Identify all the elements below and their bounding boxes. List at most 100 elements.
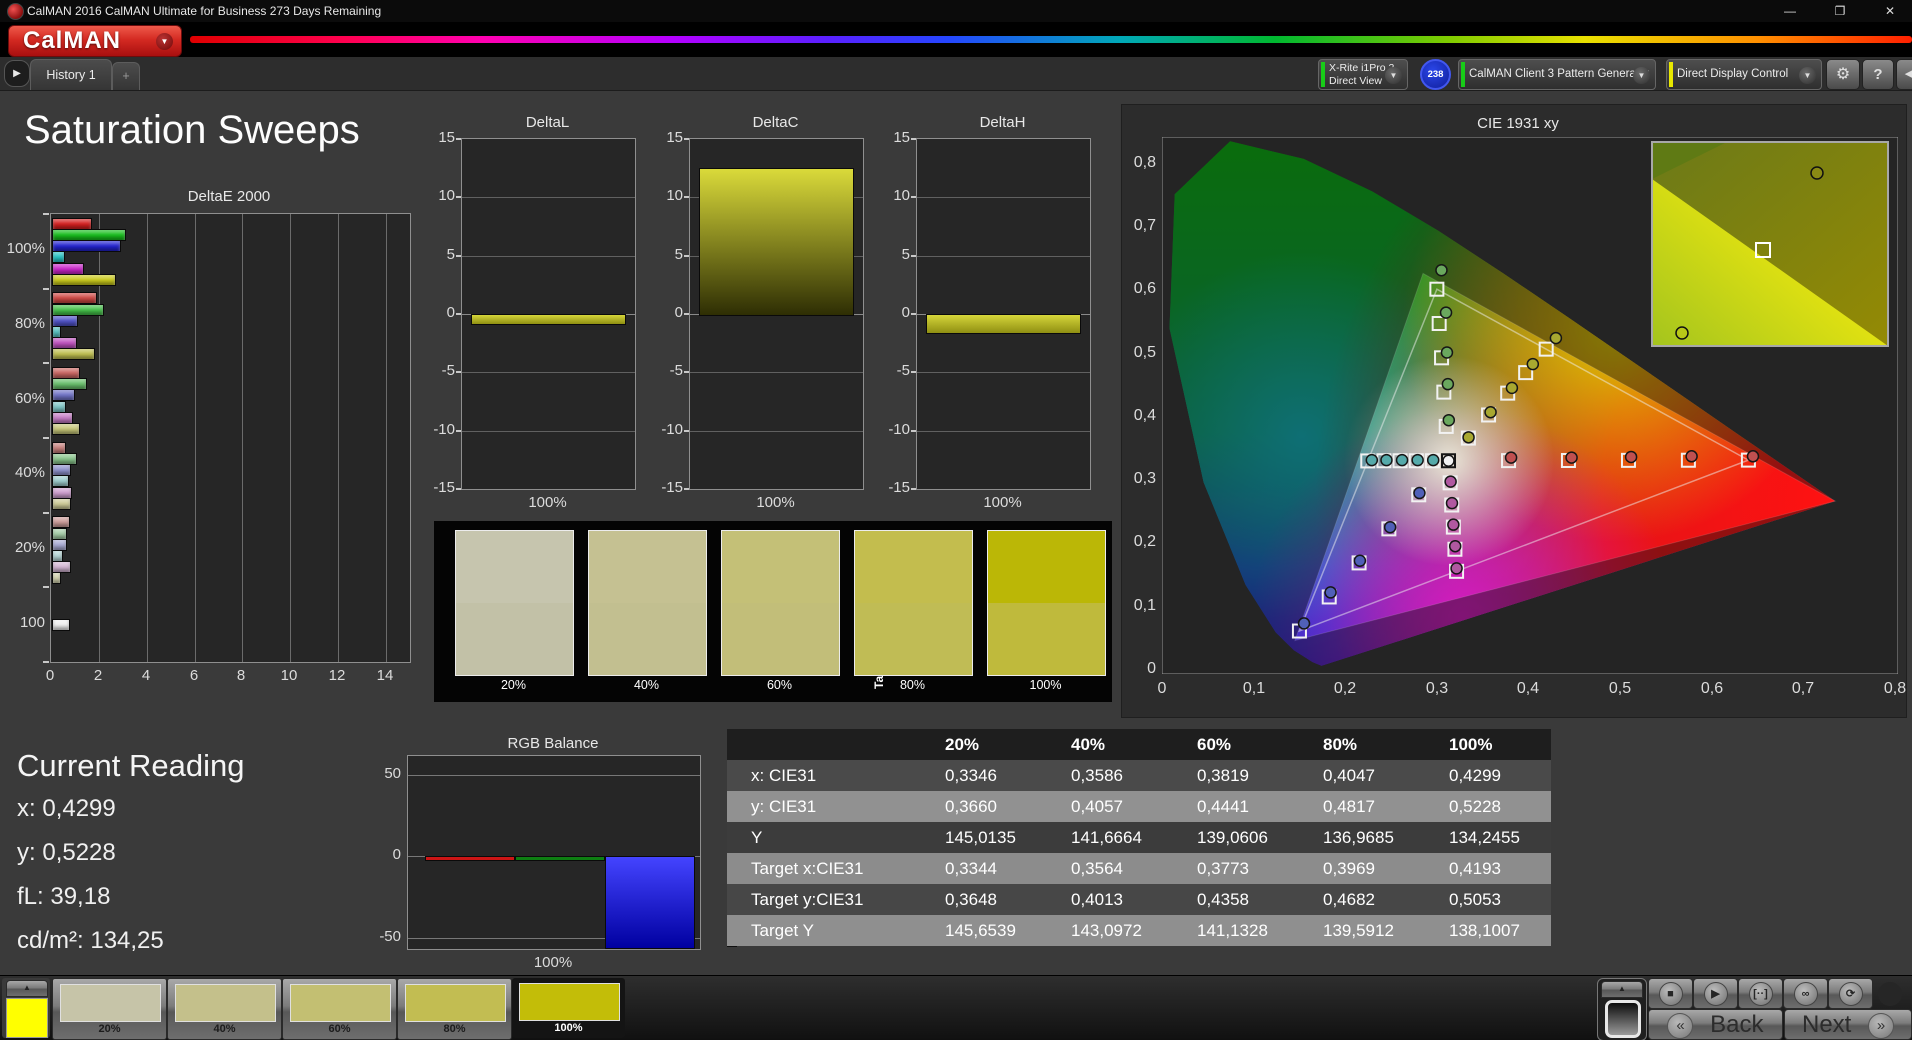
- table-row: Target y:CIE31 0,3648 0,4013 0,4358 0,4682 0,…: [727, 884, 1551, 915]
- source-status-bar: [1461, 62, 1465, 87]
- chevron-down-icon: ▼: [1385, 66, 1402, 84]
- gridline: [408, 775, 700, 776]
- source-selector[interactable]: CalMAN Client 3 Pattern Generator ▼: [1458, 59, 1656, 90]
- datapoint-cell-60%[interactable]: 60%: [282, 978, 397, 1040]
- calman-menu-button[interactable]: CalMAN ▼: [8, 25, 182, 57]
- expand-arrow-button[interactable]: ▶: [4, 60, 30, 87]
- deltae-bar: [52, 423, 80, 435]
- cie-y-tick: 0: [1147, 660, 1156, 677]
- meter-count-badge[interactable]: 238: [1420, 59, 1451, 90]
- gridline: [917, 372, 1090, 373]
- table-cell: 143,0972: [1071, 921, 1142, 940]
- source-name: CalMAN Client 3 Pattern Generator: [1469, 68, 1650, 80]
- scroll-up-icon[interactable]: ▲: [1601, 981, 1643, 998]
- continuous-icon[interactable]: ∞: [1783, 978, 1828, 1009]
- table-cell: 0,4299: [1449, 766, 1501, 785]
- mini-y-tick: 0: [674, 304, 683, 321]
- bottom-bar: ▲ ▲ « Back Next » 20% 40% 60% 80% 100% ■ ▶ [··]…: [0, 975, 1912, 1040]
- cie-y-tick: 0,5: [1133, 344, 1156, 361]
- series-icon[interactable]: [··]: [1738, 978, 1783, 1009]
- loop-icon[interactable]: ⟳: [1828, 978, 1873, 1009]
- back-button[interactable]: « Back: [1648, 1009, 1783, 1040]
- display-control-selector[interactable]: Direct Display Control ▼: [1666, 59, 1822, 90]
- read-stop-button[interactable]: [1605, 1000, 1641, 1038]
- reading-label: cd/m²:: [17, 927, 91, 954]
- add-tab-button[interactable]: +: [112, 62, 140, 90]
- calman-logo: CalMAN: [23, 27, 122, 54]
- current-reading-heading: Current Reading: [17, 748, 245, 783]
- cie-measured-marker-red: [1565, 451, 1578, 464]
- cie-measured-marker-yellow: [1526, 357, 1540, 371]
- table-cell: 139,0606: [1197, 828, 1268, 847]
- play-icon-face: ▶: [1703, 981, 1728, 1006]
- help-icon[interactable]: ?: [1862, 59, 1894, 90]
- cie-measured-marker-blue: [1413, 486, 1426, 500]
- table-cell: 0,3773: [1197, 859, 1249, 878]
- axis-tick: [684, 371, 689, 373]
- rgb-chart-title: RGB Balance: [507, 735, 599, 752]
- comparison-swatch: [854, 530, 973, 676]
- actual-color: [988, 531, 1105, 603]
- logo-row: CalMAN ▼: [0, 22, 1912, 57]
- gridline: [386, 214, 387, 662]
- cie-measured-marker-magenta: [1448, 539, 1462, 553]
- axis-tick: [456, 255, 461, 257]
- datapoint-cell-20%[interactable]: 20%: [52, 978, 167, 1040]
- mini-plot-area: [461, 138, 636, 490]
- table-row: y: CIE31 0,3660 0,4057 0,4441 0,4817 0,5228: [727, 791, 1551, 822]
- peek-cell: ▲: [2, 978, 50, 1038]
- axis-tick: [456, 138, 461, 140]
- cie-x-tick: 0,7: [1791, 680, 1815, 697]
- tab-history-1[interactable]: History 1: [30, 59, 112, 90]
- gridline: [462, 256, 635, 257]
- cie-measured-marker-blue: [1297, 617, 1311, 630]
- settings-gear-icon[interactable]: ⚙: [1826, 59, 1860, 90]
- gridline: [917, 431, 1090, 432]
- deltae-x-tick: 12: [328, 667, 346, 684]
- actual-color: [456, 531, 573, 603]
- mini-y-tick: -15: [433, 479, 455, 496]
- axis-tick: [911, 255, 916, 257]
- table-cell: 0,4047: [1323, 766, 1375, 785]
- play-icon[interactable]: ▶: [1693, 978, 1738, 1009]
- table-cell: 145,6539: [945, 921, 1016, 940]
- mini-y-tick: 10: [438, 187, 455, 204]
- mini-y-tick: 10: [893, 187, 910, 204]
- gridline: [147, 214, 148, 662]
- table-row-label: x: CIE31: [751, 766, 817, 785]
- rgb-y-tick: 50: [384, 765, 401, 782]
- deltae-group-label: 100%: [6, 240, 45, 257]
- actual-color: [589, 531, 706, 603]
- gridline: [290, 214, 291, 662]
- collapse-panel-icon[interactable]: ◀: [1896, 59, 1912, 90]
- next-button[interactable]: Next »: [1784, 1009, 1912, 1040]
- meter-selector[interactable]: X-Rite i1Pro 2 Direct View ▼: [1318, 59, 1408, 90]
- datapoint-cell-100%[interactable]: 100%: [512, 978, 625, 1038]
- datapoint-cell-80%[interactable]: 80%: [397, 978, 512, 1040]
- table-cell: 0,4358: [1197, 890, 1249, 909]
- table-row: Y 145,0135 141,6664 139,0606 136,9685 134,245…: [727, 822, 1551, 853]
- axis-tick: [43, 213, 49, 215]
- current-color-swatch: [6, 998, 48, 1038]
- table-cell: 0,4441: [1197, 797, 1249, 816]
- deltae-bar: [52, 516, 70, 528]
- table-cell: 0,3346: [945, 766, 997, 785]
- deltae-x-tick: 0: [45, 667, 55, 684]
- cie-measured-marker-green: [1440, 346, 1454, 359]
- close-button[interactable]: ✕: [1868, 0, 1912, 22]
- gridline: [917, 197, 1090, 198]
- axis-tick: [43, 512, 49, 514]
- cie-measured-marker-magenta: [1445, 496, 1459, 510]
- mini-y-tick: 15: [893, 129, 910, 146]
- table-cell: 0,3564: [1071, 859, 1123, 878]
- minimize-button[interactable]: —: [1768, 0, 1812, 22]
- mini-bar: [699, 168, 854, 316]
- scroll-up-icon[interactable]: ▲: [6, 980, 48, 997]
- axis-tick: [684, 430, 689, 432]
- stop-icon[interactable]: ■: [1648, 978, 1693, 1009]
- cie-measured-marker-cyan: [1426, 453, 1440, 467]
- rgb-y-tick: -50: [379, 928, 401, 945]
- restore-button[interactable]: ❐: [1818, 0, 1862, 22]
- datapoint-cell-40%[interactable]: 40%: [167, 978, 282, 1040]
- rgb-bar: [425, 856, 515, 861]
